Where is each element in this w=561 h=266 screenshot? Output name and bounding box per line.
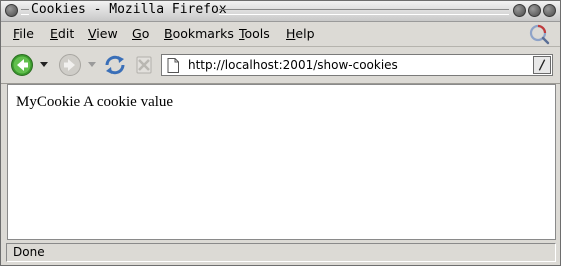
window-title: Cookies - Mozilla Firefox bbox=[31, 2, 227, 17]
menu-bar: File Edit View Go Bookmarks Tools Help bbox=[1, 22, 560, 47]
minimize-icon[interactable] bbox=[513, 4, 526, 17]
status-panel: Done bbox=[6, 243, 556, 262]
menu-edit[interactable]: Edit bbox=[50, 26, 74, 41]
back-history-chevron-icon[interactable] bbox=[40, 62, 48, 67]
reload-icon[interactable] bbox=[103, 53, 127, 77]
title-decoration bbox=[219, 9, 509, 15]
forward-history-chevron-icon[interactable] bbox=[88, 62, 96, 67]
close-icon[interactable] bbox=[543, 4, 556, 17]
status-text: Done bbox=[13, 245, 45, 259]
window-menu-icon[interactable] bbox=[5, 4, 18, 17]
status-bar: Done bbox=[1, 241, 560, 265]
forward-icon[interactable] bbox=[58, 53, 82, 77]
browser-window: Cookies - Mozilla Firefox File Edit View… bbox=[0, 0, 561, 266]
go-icon[interactable] bbox=[533, 56, 551, 74]
back-icon[interactable] bbox=[10, 53, 34, 77]
page-icon bbox=[167, 58, 179, 73]
menu-bookmarks[interactable]: Bookmarks bbox=[164, 26, 234, 41]
stop-icon[interactable] bbox=[132, 53, 156, 77]
address-text: http://localhost:2001/show-cookies bbox=[188, 58, 398, 72]
page-content: MyCookie A cookie value bbox=[7, 84, 556, 240]
navigation-toolbar: http://localhost:2001/show-cookies bbox=[1, 47, 560, 84]
maximize-icon[interactable] bbox=[528, 4, 541, 17]
title-decoration bbox=[21, 9, 29, 15]
menu-view[interactable]: View bbox=[88, 26, 118, 41]
title-bar[interactable]: Cookies - Mozilla Firefox bbox=[1, 1, 560, 22]
address-bar[interactable]: http://localhost:2001/show-cookies bbox=[161, 54, 553, 76]
menu-help[interactable]: Help bbox=[286, 26, 315, 41]
throbber-icon bbox=[529, 24, 550, 45]
menu-file[interactable]: File bbox=[13, 26, 34, 41]
cookie-text: MyCookie A cookie value bbox=[16, 94, 174, 110]
menu-tools[interactable]: Tools bbox=[239, 26, 270, 41]
menu-go[interactable]: Go bbox=[132, 26, 149, 41]
